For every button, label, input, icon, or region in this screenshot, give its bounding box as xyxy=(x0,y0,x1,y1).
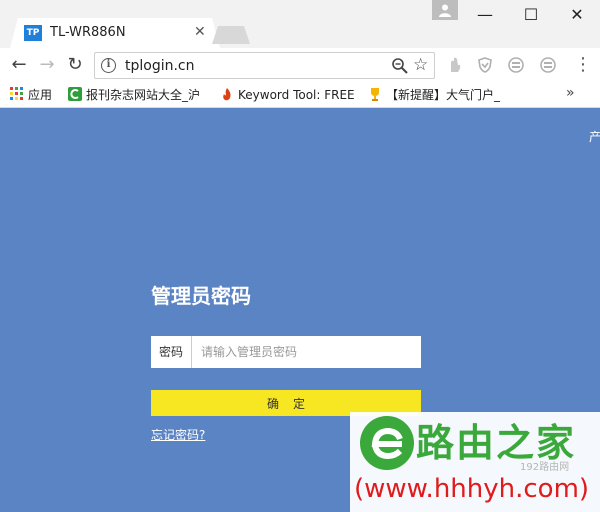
address-bar[interactable]: i tplogin.cn ☆ xyxy=(94,52,435,79)
address-url[interactable]: tplogin.cn xyxy=(125,58,195,74)
corner-product-link[interactable]: 产 xyxy=(589,128,600,145)
extension-circle-icon[interactable] xyxy=(507,56,525,74)
bookmark-portal[interactable]: 【新提醒】大气门户_ xyxy=(368,86,500,104)
site-watermark: 路由之家 192路由网 (www.hhhyh.com) xyxy=(350,412,600,512)
watermark-e-logo-icon xyxy=(360,416,414,470)
page-title: 管理员密码 xyxy=(151,284,251,308)
reload-icon[interactable]: ↻ xyxy=(64,54,86,76)
tp-link-favicon-icon: TP xyxy=(24,25,42,41)
browser-titlebar: TP TL-WR886N ✕ — ☐ ✕ xyxy=(0,0,600,48)
password-label: 密码 xyxy=(151,336,192,368)
bookmark-star-icon[interactable]: ☆ xyxy=(413,55,428,75)
password-field-group: 密码 xyxy=(151,336,421,368)
browser-toolbar: ← → ↻ i tplogin.cn ☆ ⋮ xyxy=(0,48,600,82)
maximize-button[interactable]: ☐ xyxy=(508,2,554,28)
forward-arrow-icon[interactable]: → xyxy=(36,54,58,76)
back-arrow-icon[interactable]: ← xyxy=(8,54,30,76)
profile-button[interactable] xyxy=(432,0,458,20)
forgot-password-link[interactable]: 忘记密码? xyxy=(151,426,205,443)
bookmark-newspaper-sites[interactable]: 报刊杂志网站大全_沪 xyxy=(68,86,200,104)
bookmarks-bar: 应用 报刊杂志网站大全_沪 Keyword Tool: FREE 【新提醒】大气… xyxy=(0,82,600,108)
bookmarks-more-icon[interactable]: » xyxy=(566,85,575,101)
flame-icon xyxy=(223,88,231,101)
close-window-button[interactable]: ✕ xyxy=(554,2,600,28)
apps-grid-icon xyxy=(10,87,23,100)
browser-tab[interactable]: TP TL-WR886N ✕ xyxy=(10,18,220,48)
green-c-icon xyxy=(68,87,82,101)
browser-menu-icon[interactable]: ⋮ xyxy=(574,54,592,76)
bookmark-keyword-tool[interactable]: Keyword Tool: FREE xyxy=(220,86,355,104)
bookmark-label: 【新提醒】大气门户_ xyxy=(386,88,501,102)
new-tab-button[interactable] xyxy=(212,26,250,44)
password-input[interactable] xyxy=(193,336,421,368)
tab-title: TL-WR886N xyxy=(50,25,126,40)
minimize-button[interactable]: — xyxy=(462,2,508,28)
tab-close-icon[interactable]: ✕ xyxy=(194,24,206,40)
zoom-icon[interactable] xyxy=(391,57,409,75)
trophy-icon xyxy=(371,88,379,101)
watermark-subtitle: 192路由网 xyxy=(520,462,570,473)
watermark-url: (www.hhhyh.com) xyxy=(354,474,590,504)
bookmark-apps[interactable]: 应用 xyxy=(10,86,52,104)
extension-hand-icon[interactable] xyxy=(446,56,464,74)
person-icon xyxy=(439,4,451,17)
extension-circle-icon-2[interactable] xyxy=(539,56,557,74)
bookmark-label: Keyword Tool: FREE xyxy=(238,88,355,102)
bookmark-label: 应用 xyxy=(28,88,53,102)
info-icon[interactable]: i xyxy=(101,58,116,73)
shield-extension-icon[interactable] xyxy=(476,56,494,74)
bookmark-label: 报刊杂志网站大全_沪 xyxy=(86,88,201,102)
